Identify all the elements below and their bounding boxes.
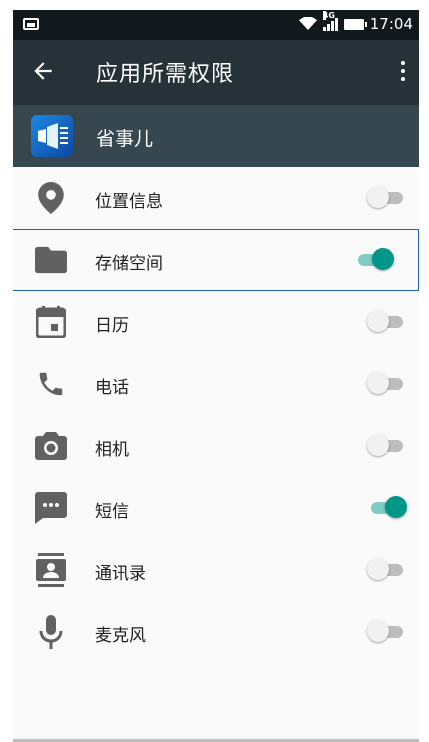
permission-toggle[interactable] <box>367 496 407 520</box>
app-header: 省事儿 <box>13 105 419 167</box>
permission-row-contacts[interactable]: 通讯录 <box>13 539 419 601</box>
permission-label: 电话 <box>95 378 129 398</box>
status-bar: 4G 17:04 <box>13 10 419 40</box>
app-name: 省事儿 <box>96 128 154 150</box>
toolbar: 应用所需权限 <box>13 40 419 105</box>
permission-row-camera[interactable]: 相机 <box>13 415 419 477</box>
permission-toggle[interactable] <box>367 372 407 396</box>
phone-icon <box>35 368 67 400</box>
permission-toggle[interactable] <box>367 620 407 644</box>
calendar-icon <box>35 306 67 338</box>
sms-icon <box>35 492 67 524</box>
permission-toggle[interactable] <box>367 186 407 210</box>
permission-label: 麦克风 <box>95 626 146 646</box>
permission-label: 通讯录 <box>95 564 146 584</box>
permission-toggle[interactable] <box>367 434 407 458</box>
microphone-icon <box>35 615 67 649</box>
permission-row-sms[interactable]: 短信 <box>13 477 419 539</box>
location-pin-icon <box>35 182 67 214</box>
permission-toggle[interactable] <box>367 310 407 334</box>
permission-row-storage[interactable]: 存储空间 <box>13 229 419 291</box>
permission-toggle[interactable] <box>367 558 407 582</box>
more-vert-icon[interactable] <box>395 58 411 84</box>
permission-label: 位置信息 <box>95 192 163 212</box>
camera-icon <box>35 430 67 462</box>
permission-list: 位置信息 存储空间 日历 电话 相机 短信 通讯录 麦克风 <box>13 167 419 663</box>
contacts-icon <box>35 553 67 587</box>
image-notification-icon <box>23 18 39 30</box>
network-type: 4G <box>322 11 335 20</box>
battery-icon <box>343 18 367 30</box>
permission-row-calendar[interactable]: 日历 <box>13 291 419 353</box>
status-indicators: 4G 17:04 <box>298 11 413 33</box>
permission-row-location[interactable]: 位置信息 <box>13 167 419 229</box>
permission-label: 日历 <box>95 316 129 336</box>
app-logo-icon <box>31 115 73 157</box>
screen-bezel-right <box>419 0 429 742</box>
permission-label: 相机 <box>95 440 129 460</box>
arrow-left-icon[interactable] <box>30 58 56 84</box>
permission-row-microphone[interactable]: 麦克风 <box>13 601 419 663</box>
permission-row-phone[interactable]: 电话 <box>13 353 419 415</box>
wifi-icon <box>298 17 317 30</box>
phone-screen: 4G 17:04 应用所需权限 省事儿 位置信息 存储空间 日历 电话 相机 短… <box>13 10 419 739</box>
permission-label: 短信 <box>95 502 129 522</box>
page-title: 应用所需权限 <box>96 62 235 87</box>
permission-toggle[interactable] <box>354 248 394 272</box>
screen-bezel-left <box>0 0 13 742</box>
folder-icon <box>35 244 67 276</box>
status-time: 17:04 <box>369 15 413 33</box>
permission-label: 存储空间 <box>95 254 163 274</box>
cell-signal-icon: 4G <box>322 11 338 31</box>
